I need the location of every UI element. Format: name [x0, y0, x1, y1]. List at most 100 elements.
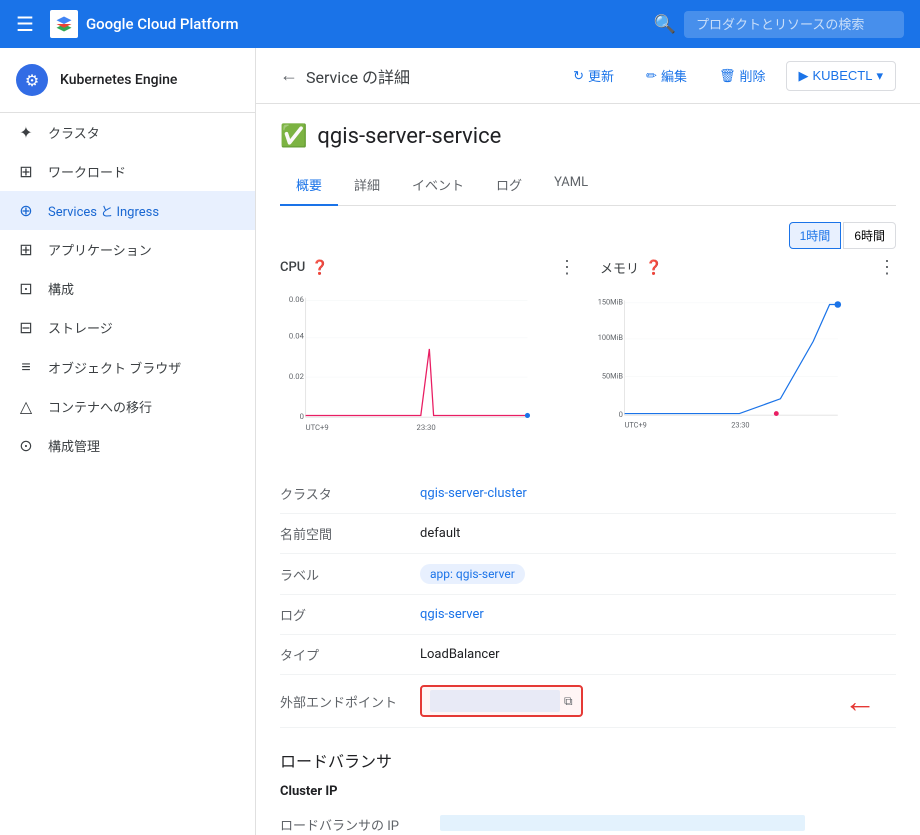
info-row-logs: ログ qgis-server	[280, 595, 896, 635]
tabs-bar: 概要 詳細 イベント ログ YAML	[280, 165, 896, 206]
labels-label: ラベル	[280, 565, 420, 584]
type-label: タイプ	[280, 645, 420, 664]
cpu-chart-header: CPU ❓ ⋮	[280, 257, 576, 278]
tab-details[interactable]: 詳細	[338, 165, 396, 206]
sidebar-item-label: ストレージ	[48, 318, 113, 337]
lb-ip-label: ロードバランサの IP	[280, 815, 440, 834]
refresh-icon: ↻	[573, 68, 584, 84]
logs-value: qgis-server	[420, 607, 896, 622]
cpu-chart-menu[interactable]: ⋮	[558, 257, 576, 278]
service-header: ← Service の詳細 ↻ 更新 ✏ 編集 🗑 削除 ▶ KUB	[256, 48, 920, 104]
delete-icon: 🗑	[719, 68, 736, 84]
edit-icon: ✏	[646, 68, 657, 84]
app-logo: Google Cloud Platform	[50, 10, 239, 38]
tab-logs[interactable]: ログ	[480, 165, 538, 206]
lb-row-ip: ロードバランサの IP	[280, 807, 896, 835]
sidebar-item-configmgmt[interactable]: ⊙ 構成管理	[0, 426, 255, 465]
sidebar-item-label: オブジェクト ブラウザ	[48, 358, 181, 377]
endpoint-label: 外部エンドポイント	[280, 692, 420, 711]
lb-header: Cluster IP	[280, 784, 896, 799]
main-content: ← Service の詳細 ↻ 更新 ✏ 編集 🗑 削除 ▶ KUB	[256, 48, 920, 835]
type-value: LoadBalancer	[420, 647, 896, 662]
kubernetes-icon: ⚙	[16, 64, 48, 96]
kubectl-dropdown-icon: ▾	[876, 68, 883, 84]
sidebar-item-config[interactable]: ⊡ 構成	[0, 269, 255, 308]
action-buttons: ↻ 更新 ✏ 編集 🗑 削除 ▶ KUBECTL ▾	[561, 60, 896, 91]
sidebar-item-storage[interactable]: ⊟ ストレージ	[0, 308, 255, 347]
svg-text:23:30: 23:30	[731, 421, 749, 430]
loadbalancer-section: ロードバランサ Cluster IP ロードバランサの IP ロードバランサ	[280, 748, 896, 835]
memory-chart-menu[interactable]: ⋮	[878, 257, 896, 278]
cpu-chart-title: CPU ❓	[280, 260, 329, 276]
sidebar-item-migrate[interactable]: △ コンテナへの移行	[0, 387, 255, 426]
label-badge: app: qgis-server	[420, 564, 525, 584]
sidebar-item-apps[interactable]: ⊞ アプリケーション	[0, 230, 255, 269]
sidebar-item-label: アプリケーション	[48, 240, 152, 259]
page-title: Service の詳細	[306, 64, 410, 88]
info-row-type: タイプ LoadBalancer	[280, 635, 896, 675]
sidebar-item-objbrowser[interactable]: ≡ オブジェクト ブラウザ	[0, 347, 255, 387]
search-input[interactable]	[684, 11, 904, 38]
info-row-cluster: クラスタ qgis-server-cluster	[280, 474, 896, 514]
cpu-help-icon[interactable]: ❓	[311, 260, 328, 276]
endpoint-value: ⧉	[420, 685, 896, 717]
apps-icon: ⊞	[16, 240, 36, 259]
sidebar-item-label: ワークロード	[48, 162, 126, 181]
search-icon[interactable]: 🔍	[654, 14, 676, 35]
memory-help-icon[interactable]: ❓	[645, 260, 662, 276]
back-button[interactable]: ←	[280, 65, 298, 86]
svg-text:150MiB: 150MiB	[598, 298, 624, 307]
kubectl-icon: ▶	[799, 68, 809, 84]
kubectl-button[interactable]: ▶ KUBECTL ▾	[786, 61, 897, 91]
lb-ip-value	[440, 815, 805, 831]
top-navigation: ☰ Google Cloud Platform 🔍	[0, 0, 920, 48]
cluster-link[interactable]: qgis-server-cluster	[420, 486, 527, 501]
search-area: 🔍	[255, 11, 904, 38]
service-title-row: ✅ qgis-server-service	[280, 124, 896, 149]
sidebar-item-services[interactable]: ⊕ Services と Ingress	[0, 191, 255, 230]
content-body: ✅ qgis-server-service 概要 詳細 イベント ログ YAML…	[256, 104, 920, 835]
tab-events[interactable]: イベント	[396, 165, 480, 206]
info-table: クラスタ qgis-server-cluster 名前空間 default ラベ…	[280, 474, 896, 728]
svg-text:0: 0	[619, 410, 623, 419]
lb-section-title: ロードバランサ	[280, 748, 896, 772]
services-icon: ⊕	[16, 201, 36, 220]
objbrowser-icon: ≡	[16, 357, 36, 377]
workloads-icon: ⊞	[16, 162, 36, 181]
gcp-icon	[50, 10, 78, 38]
svg-text:50MiB: 50MiB	[602, 371, 624, 380]
sidebar-item-clusters[interactable]: ✦ クラスタ	[0, 113, 255, 152]
clusters-icon: ✦	[16, 123, 36, 142]
app-title: Google Cloud Platform	[86, 15, 239, 33]
sidebar: ⚙ Kubernetes Engine ✦ クラスタ ⊞ ワークロード ⊕ Se…	[0, 48, 256, 835]
svg-text:0: 0	[300, 412, 304, 421]
endpoint-input[interactable]	[430, 690, 560, 712]
sidebar-item-label: コンテナへの移行	[48, 397, 152, 416]
info-row-labels: ラベル app: qgis-server	[280, 554, 896, 595]
time-1h-button[interactable]: 1時間	[789, 222, 842, 249]
time-6h-button[interactable]: 6時間	[843, 222, 896, 249]
sidebar-title: Kubernetes Engine	[60, 72, 177, 88]
logs-link[interactable]: qgis-server	[420, 607, 484, 622]
cpu-chart: CPU ❓ ⋮ 0.06 0.04 0.02	[280, 257, 576, 450]
refresh-button[interactable]: ↻ 更新	[561, 60, 626, 91]
hamburger-menu[interactable]: ☰	[16, 12, 34, 36]
tab-overview[interactable]: 概要	[280, 165, 338, 206]
sidebar-item-label: クラスタ	[48, 123, 100, 142]
cluster-label: クラスタ	[280, 484, 420, 503]
cpu-chart-svg: 0.06 0.04 0.02 0	[280, 286, 536, 446]
breadcrumb: ← Service の詳細	[280, 64, 410, 88]
namespace-value: default	[420, 526, 896, 541]
memory-chart-title: メモリ ❓	[600, 258, 662, 277]
delete-button[interactable]: 🗑 削除	[707, 60, 778, 91]
external-link-icon[interactable]: ⧉	[564, 694, 573, 709]
sidebar-item-workloads[interactable]: ⊞ ワークロード	[0, 152, 255, 191]
svg-text:100MiB: 100MiB	[598, 333, 624, 342]
tab-yaml[interactable]: YAML	[538, 165, 604, 206]
edit-button[interactable]: ✏ 編集	[634, 60, 699, 91]
memory-chart: メモリ ❓ ⋮ 150MiB 100MiB 50	[600, 257, 896, 450]
storage-icon: ⊟	[16, 318, 36, 337]
svg-text:0.04: 0.04	[289, 332, 305, 341]
info-row-namespace: 名前空間 default	[280, 514, 896, 554]
service-name: qgis-server-service	[317, 124, 501, 149]
